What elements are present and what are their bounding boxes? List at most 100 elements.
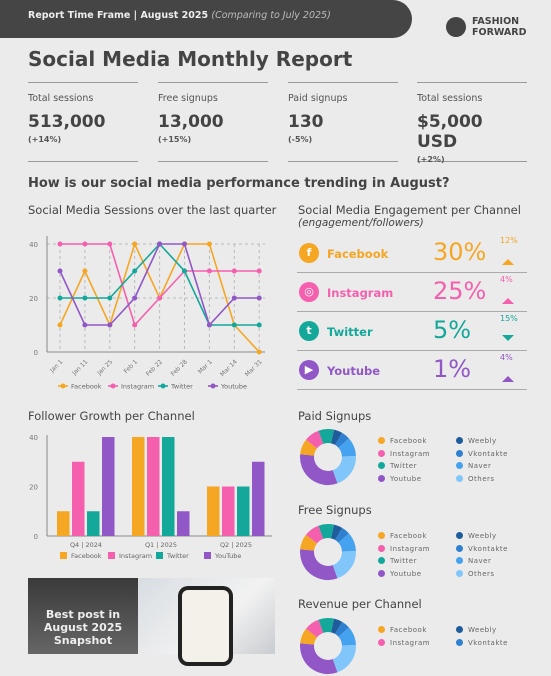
engagement-row-facebook: f Facebook 30% 12% (297, 235, 527, 273)
legend-marker (110, 383, 116, 389)
kpi-card: Total sessions $5,000 USD (+2%) (417, 82, 527, 164)
page-title: Social Media Monthly Report (28, 47, 353, 71)
legend-dot (378, 474, 385, 482)
legend-dot (456, 462, 463, 469)
point-instagram (82, 241, 88, 247)
point-youtube (231, 295, 237, 301)
legend-dot (456, 626, 463, 633)
bar-youtube (252, 461, 265, 536)
separator: | (133, 10, 138, 21)
best-post-label: Best post in August 2025 Snapshot (28, 578, 138, 654)
bar-youtube (102, 437, 115, 536)
twitter-icon: t (299, 321, 319, 341)
legend-item: Instagram (378, 449, 431, 458)
point-youtube (82, 322, 88, 328)
legend-marker (156, 552, 163, 559)
point-twitter (231, 322, 237, 328)
x-tick-label: Mar 31 (244, 358, 264, 378)
x-tick-label: Q4 | 2024 (70, 541, 102, 549)
legend-item: Weebly (456, 626, 497, 634)
legend-label: Instagram (390, 449, 431, 458)
legend-dot (378, 437, 385, 444)
legend-item: Vkontakte (456, 544, 508, 553)
donut-chart (300, 429, 356, 485)
youtube-icon: ▶ (299, 360, 319, 380)
line-chart-title: Social Media Sessions over the last quar… (28, 203, 277, 217)
x-tick-label: Jan 1 (48, 358, 64, 374)
legend-item: Twitter (378, 557, 417, 565)
instagram-icon: ◎ (299, 282, 319, 302)
kpi-change: (+14%) (28, 135, 62, 144)
legend-label: Facebook (71, 383, 102, 391)
x-tick-label: Q2 | 2025 (220, 541, 252, 549)
legend-item: Instagram (378, 544, 431, 553)
bar-twitter (87, 511, 100, 536)
legend-dot (378, 638, 385, 646)
legend-label: Twitter (170, 383, 193, 391)
legend-item: Youtube (378, 569, 422, 578)
legend-label: Facebook (390, 437, 427, 445)
legend-label: Youtube (390, 569, 422, 578)
trend-up-icon (502, 376, 514, 382)
engagement-title: Social Media Engagement per Channel (298, 203, 521, 217)
legend-label: Instagram (119, 552, 152, 560)
point-facebook (206, 241, 212, 247)
point-facebook (82, 268, 88, 274)
legend-label: Twitter (166, 552, 189, 560)
trend-up-icon (502, 298, 514, 304)
legend-marker (60, 552, 67, 559)
channel-name: Youtube (327, 364, 381, 378)
engagement-subtitle: (engagement/followers) (298, 217, 424, 229)
point-twitter (256, 322, 262, 328)
channel-name: Twitter (327, 325, 373, 339)
timeframe-period: August 2025 (140, 10, 209, 21)
legend-label: YouTube (214, 552, 241, 560)
bar-instagram (222, 486, 235, 536)
bar-facebook (132, 437, 145, 536)
bar-youtube (177, 511, 190, 536)
point-instagram (157, 295, 163, 301)
engagement-delta: 12% (500, 236, 518, 245)
engagement-row-instagram: ◎ Instagram 25% 4% (297, 274, 527, 312)
kpi-label: Total sessions (28, 93, 94, 104)
legend-item: Facebook (378, 437, 427, 445)
point-facebook (57, 322, 63, 328)
legend-dot (456, 544, 463, 552)
kpi-card: Total sessions 513,000 (+14%) (28, 82, 138, 162)
engagement-value: 25% (433, 277, 487, 305)
point-youtube (157, 241, 163, 247)
kpi-card: Free signups 13,000 (+15%) (158, 82, 268, 162)
legend-item: Vkontakte (456, 449, 508, 458)
legend-label: Others (468, 569, 495, 578)
point-youtube (206, 322, 212, 328)
trend-down-icon (502, 335, 514, 341)
legend-label: Vkontakte (468, 638, 508, 647)
legend-dot (378, 462, 385, 469)
x-tick-label: Mar 1 (197, 358, 214, 375)
legend-dot (378, 557, 385, 564)
point-twitter (57, 295, 63, 301)
legend-dot (378, 544, 385, 552)
legend-label: Vkontakte (468, 544, 508, 553)
legend-item: Weebly (456, 437, 497, 445)
legend-item: Others (456, 569, 495, 578)
point-youtube (256, 295, 262, 301)
kpi-value: 513,000 (28, 112, 106, 132)
engagement-row-youtube: ▶ Youtube 1% 4% (297, 352, 527, 390)
legend-label: Others (468, 474, 495, 483)
legend-label: Weebly (468, 437, 497, 445)
legend-dot (378, 626, 385, 633)
bar-facebook (57, 511, 70, 536)
y-tick-label: 20 (29, 484, 38, 492)
legend-marker (210, 383, 216, 389)
donut-title: Revenue per Channel (298, 597, 422, 611)
point-twitter (82, 295, 88, 301)
engagement-value: 5% (433, 316, 472, 344)
best-post-image[interactable] (138, 578, 275, 666)
kpi-label: Total sessions (417, 93, 483, 104)
kpi-change: (+2%) (417, 155, 445, 164)
x-tick-label: Feb 28 (170, 358, 189, 377)
engagement-value: 1% (433, 355, 472, 383)
y-tick-label: 40 (29, 434, 38, 442)
legend-label: Instagram (390, 544, 431, 553)
